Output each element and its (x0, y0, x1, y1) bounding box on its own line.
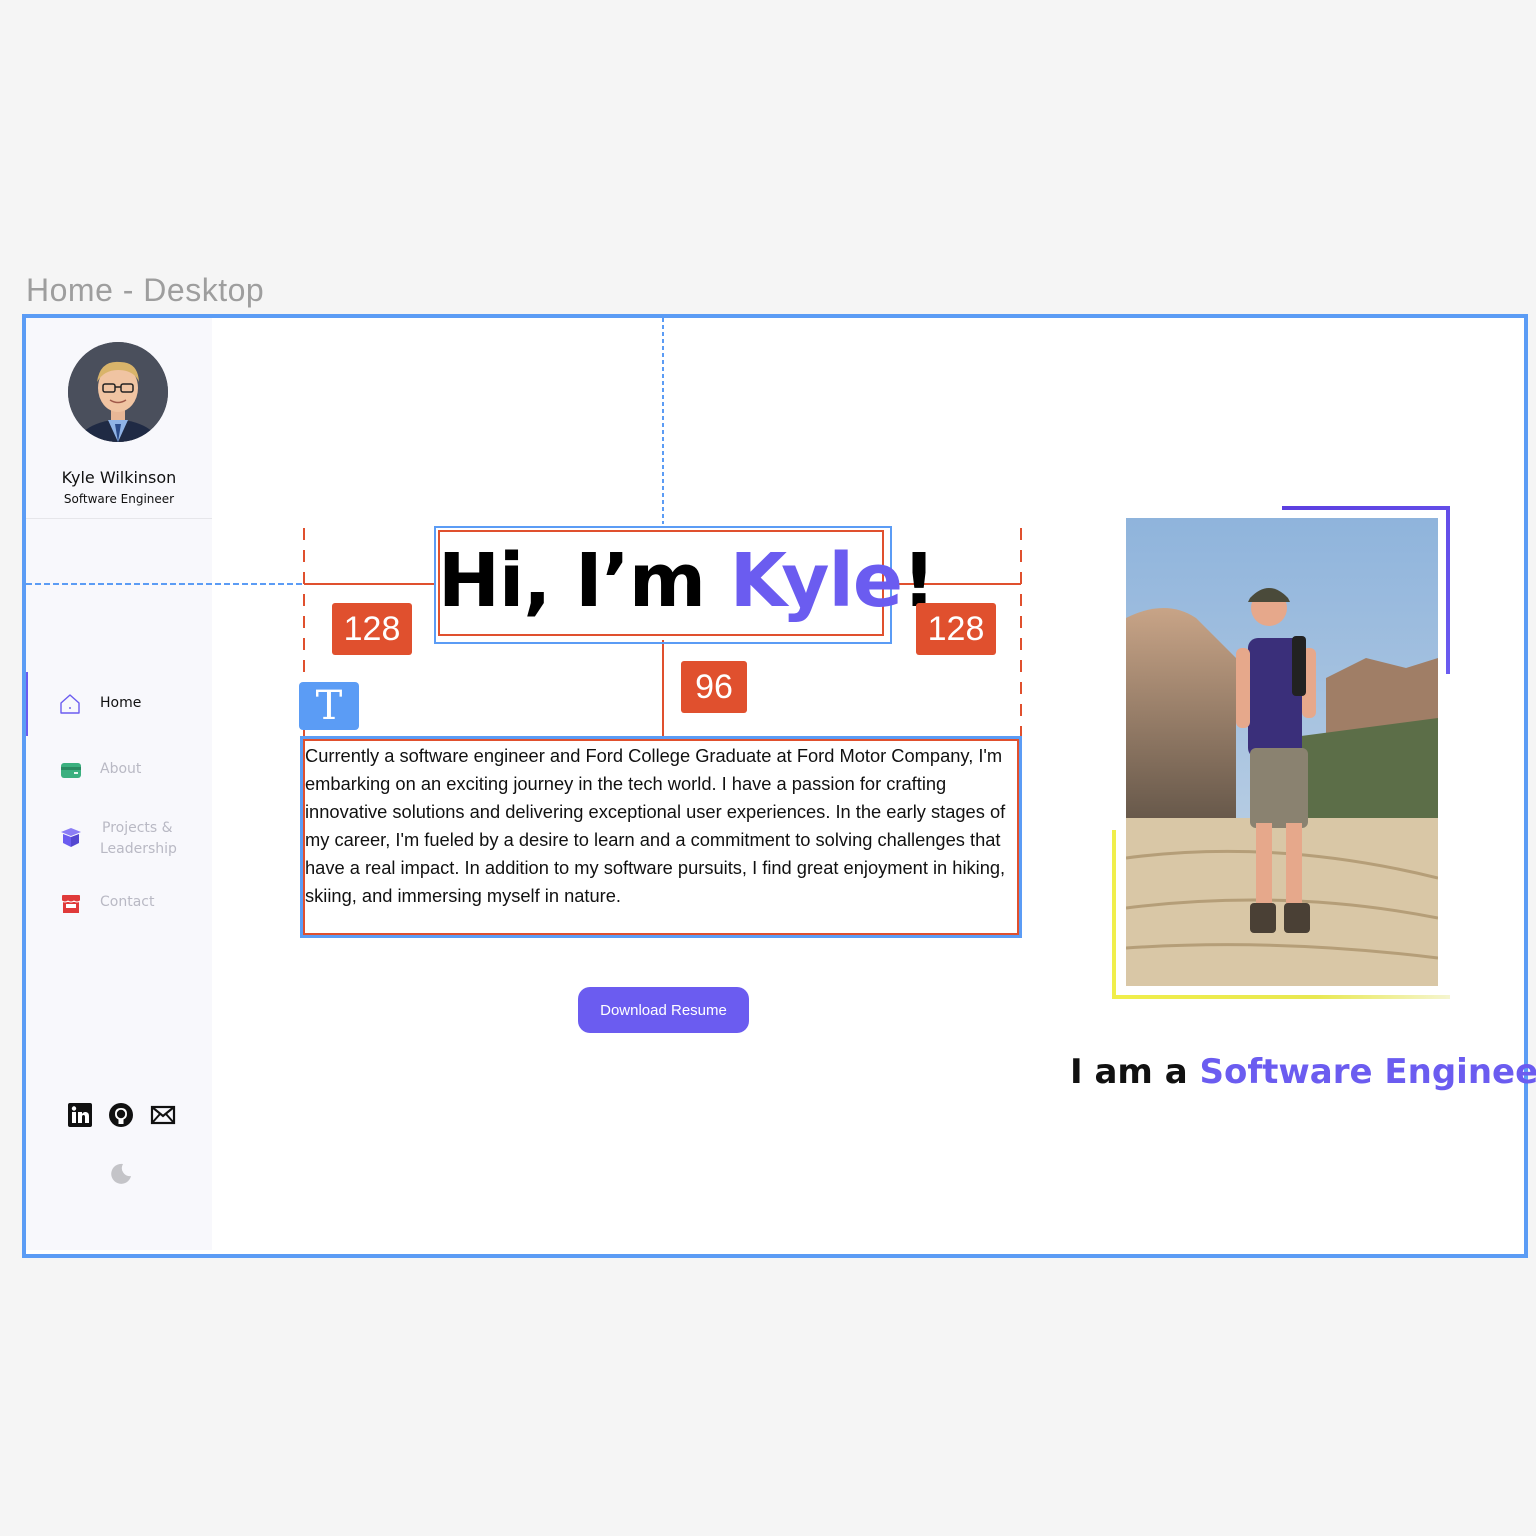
hero-photo (1126, 518, 1438, 986)
tagline-prefix: I am a (1070, 1052, 1200, 1092)
text-layer-icon: T (299, 682, 359, 730)
spacing-badge-gap: 96 (681, 661, 747, 713)
heading-greeting: Hi, I’m (438, 538, 730, 624)
tagline-highlight: Software Engineer (1199, 1052, 1536, 1092)
hero-heading: Hi, I’m Kyle! (438, 538, 936, 624)
hero-paragraph[interactable]: Currently a software engineer and Ford C… (305, 742, 1021, 910)
spacing-badge-left: 128 (332, 603, 412, 655)
tagline: I am a Software Engineer (1070, 1052, 1536, 1092)
download-resume-button[interactable]: Download Resume (578, 987, 749, 1033)
spacing-badge-right: 128 (916, 603, 996, 655)
heading-name: Kyle (729, 538, 903, 624)
